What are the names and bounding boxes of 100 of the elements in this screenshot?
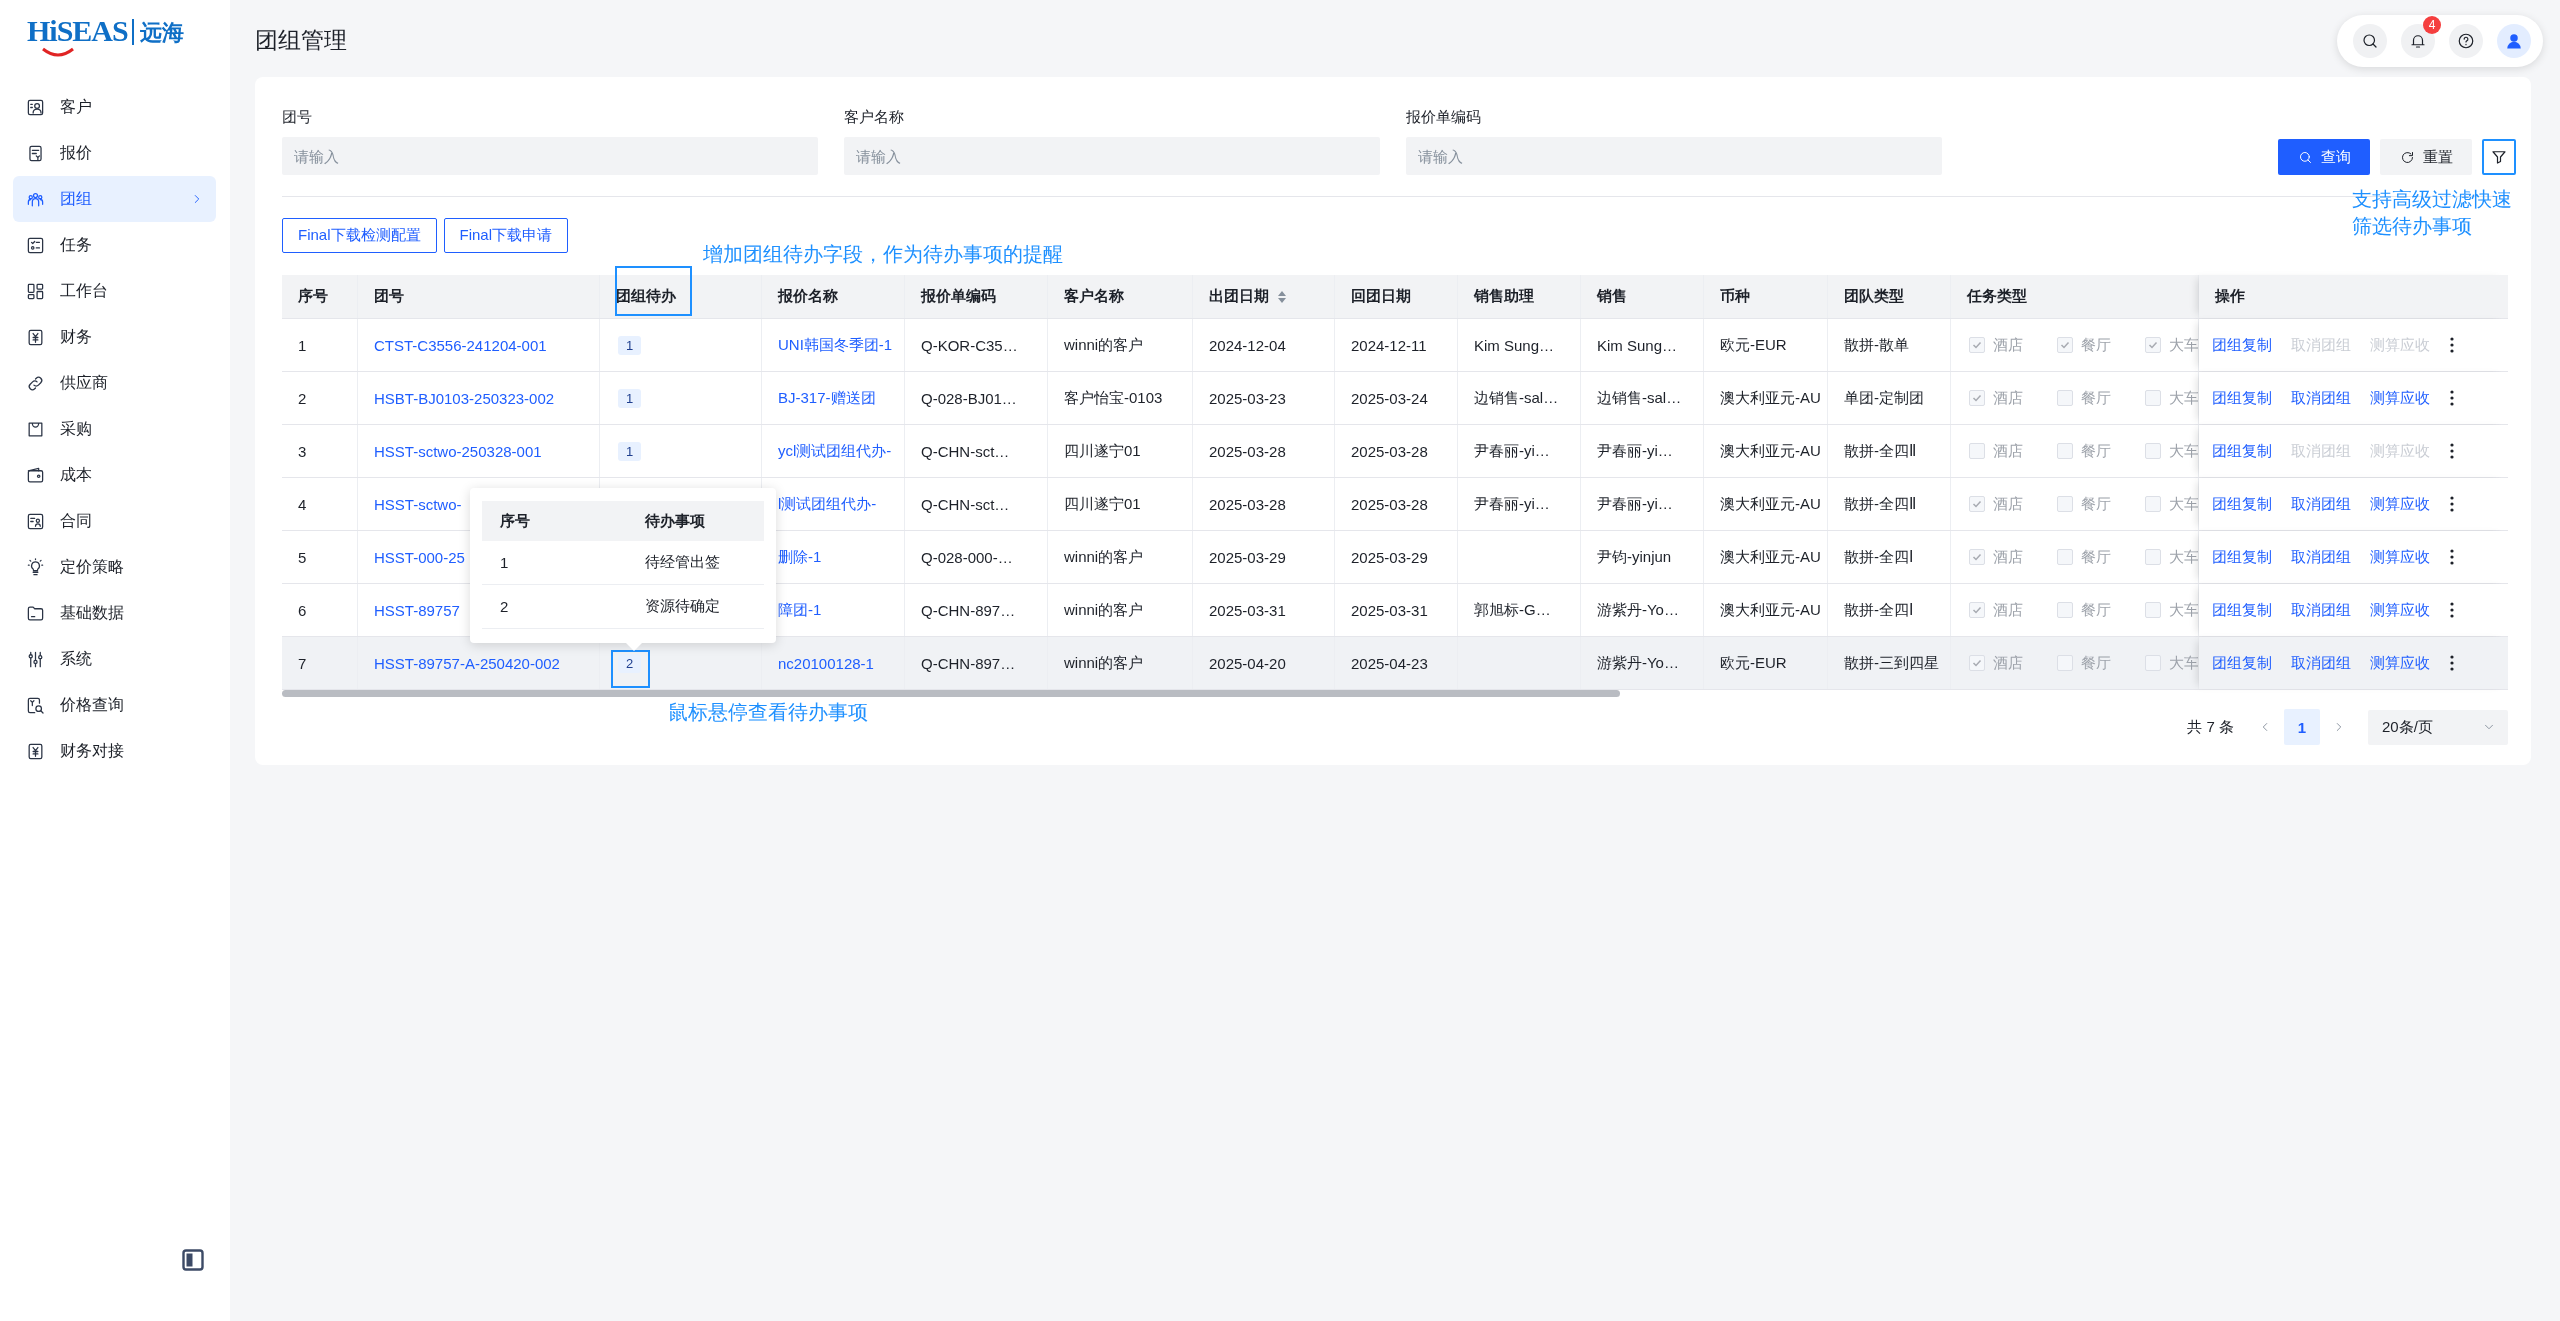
menu-item[interactable]: 基础数据 <box>13 590 216 636</box>
search-button[interactable] <box>2353 23 2387 58</box>
input-field[interactable]: 请输入 <box>844 137 1380 175</box>
todo-count[interactable]: 2 <box>618 653 642 673</box>
column-header: 客户名称 <box>1064 287 1124 306</box>
quote-name-link[interactable]: 障团-1 <box>778 600 822 620</box>
menu-item[interactable]: 采购 <box>13 406 216 452</box>
menu-item[interactable]: 价格查询 <box>13 682 216 728</box>
download-button[interactable]: Final下载检测配置 <box>282 218 437 253</box>
group-number-link[interactable]: CTST-C3556-241204-001 <box>374 336 547 354</box>
quote-name-link[interactable]: 删除-1 <box>778 547 822 567</box>
more-icon[interactable] <box>2449 442 2455 460</box>
action-link[interactable]: 团组复制 <box>2212 547 2272 567</box>
group-number-link[interactable]: HSST-89757-A-250420-002 <box>374 654 560 672</box>
menu-item[interactable]: 报价 <box>13 130 216 176</box>
menu-item[interactable]: 系统 <box>13 636 216 682</box>
group-number-link[interactable]: HSBT-BJ0103-250323-002 <box>374 389 555 407</box>
column-header[interactable]: 出团日期 <box>1209 287 1287 306</box>
filter-button[interactable] <box>2482 139 2516 175</box>
page-number[interactable]: 1 <box>2284 709 2320 745</box>
quote-name-link[interactable]: l测试团组代办- <box>778 494 877 514</box>
document-icon <box>26 143 45 163</box>
group-number-link[interactable]: HSST-sctwo- <box>374 495 462 513</box>
table-cell: Q-CHN-897… <box>921 601 1016 619</box>
action-link[interactable]: 团组复制 <box>2212 494 2272 514</box>
menu-item[interactable]: 财务对接 <box>13 728 216 774</box>
help-button[interactable] <box>2449 23 2483 58</box>
table-cell: 2025-04-20 <box>1209 654 1286 672</box>
todo-count[interactable]: 1 <box>618 388 642 408</box>
table-cell: 2025-03-31 <box>1209 601 1286 619</box>
quote-name-link[interactable]: ycl测试团组代办- <box>778 441 892 461</box>
action-link[interactable]: 团组复制 <box>2212 653 2272 673</box>
action-link[interactable]: 取消团组 <box>2291 494 2351 514</box>
more-icon[interactable] <box>2449 495 2455 513</box>
menu-item[interactable]: 财务 <box>13 314 216 360</box>
action-link[interactable]: 测算应收 <box>2370 653 2430 673</box>
field-label: 报价单编码 <box>1406 107 1482 127</box>
group-number-link[interactable]: HSST-000-25 <box>374 548 465 566</box>
action-link[interactable]: 团组复制 <box>2212 441 2272 461</box>
wallet-icon <box>26 465 45 485</box>
input-field[interactable]: 请输入 <box>1406 137 1942 175</box>
table-cell: 边销售-sal… <box>1474 388 1559 408</box>
checkmark-icon <box>1971 657 1983 669</box>
checkmark-icon <box>1971 392 1983 404</box>
action-link[interactable]: 取消团组 <box>2291 653 2351 673</box>
menu-item[interactable]: 定价策略 <box>13 544 216 590</box>
column-header: 销售 <box>1597 287 1627 306</box>
input-field[interactable]: 请输入 <box>282 137 818 175</box>
reset-button[interactable]: 重置 <box>2380 139 2472 175</box>
smile-icon <box>41 47 75 57</box>
more-icon[interactable] <box>2449 654 2455 672</box>
menu-item[interactable]: 客户 <box>13 84 216 130</box>
action-link[interactable]: 团组复制 <box>2212 335 2272 355</box>
more-icon[interactable] <box>2449 548 2455 566</box>
table-cell: Q-028-000-… <box>921 548 1013 566</box>
menu-item[interactable]: 供应商 <box>13 360 216 406</box>
table-cell: 散拼-全四Ⅰ <box>1844 600 1914 620</box>
action-link[interactable]: 测算应收 <box>2370 388 2430 408</box>
more-icon[interactable] <box>2449 601 2455 619</box>
table-cell: 3 <box>298 442 307 460</box>
action-link[interactable]: 团组复制 <box>2212 600 2272 620</box>
filter-icon <box>2490 148 2508 166</box>
action-link[interactable]: 测算应收 <box>2370 494 2430 514</box>
action-link[interactable]: 取消团组 <box>2291 547 2351 567</box>
menu-item[interactable]: 工作台 <box>13 268 216 314</box>
quote-name-link[interactable]: BJ-317-赠送团 <box>778 388 876 408</box>
scrollbar-thumb[interactable] <box>282 690 1620 697</box>
menu-item[interactable]: 任务 <box>13 222 216 268</box>
column-header: 团组待办 <box>616 287 676 306</box>
action-link[interactable]: 测算应收 <box>2370 547 2430 567</box>
todo-count[interactable]: 1 <box>618 441 642 461</box>
group-number-link[interactable]: HSST-89757 <box>374 601 460 619</box>
table-cell: Q-028-BJ01… <box>921 389 1017 407</box>
sort-icon[interactable] <box>1277 289 1287 304</box>
group-number-link[interactable]: HSST-sctwo-250328-001 <box>374 442 542 460</box>
download-button[interactable]: Final下载申请 <box>443 218 569 253</box>
action-link[interactable]: 取消团组 <box>2291 600 2351 620</box>
page-size-select[interactable]: 20条/页 <box>2368 709 2508 745</box>
table-cell-text: 2 <box>499 598 510 615</box>
user-avatar[interactable] <box>2497 23 2531 58</box>
menu-item[interactable]: 团组 <box>13 176 216 222</box>
table-cell: 2025-04-23 <box>1351 654 1428 672</box>
menu-item[interactable]: 成本 <box>13 452 216 498</box>
action-link[interactable]: 测算应收 <box>2370 600 2430 620</box>
table-cell: 客户怡宝-0103 <box>1064 388 1163 408</box>
todo-count[interactable]: 1 <box>618 335 642 355</box>
quote-name-link[interactable]: UNI韩国冬季团-1 <box>778 335 893 355</box>
more-icon[interactable] <box>2449 336 2455 354</box>
sidebar-toggle-icon[interactable] <box>182 1249 204 1271</box>
more-icon[interactable] <box>2449 389 2455 407</box>
total-count: 共 7 条 <box>2187 717 2234 737</box>
menu-item[interactable]: 合同 <box>13 498 216 544</box>
field-label: 客户名称 <box>844 107 905 127</box>
quote-name-link[interactable]: nc20100128-1 <box>778 654 874 672</box>
query-button[interactable]: 查询 <box>2278 139 2370 175</box>
sliders-icon <box>26 649 45 669</box>
highlight-frame <box>611 650 650 688</box>
column-header: 币种 <box>1720 287 1750 306</box>
action-link[interactable]: 取消团组 <box>2291 388 2351 408</box>
action-link[interactable]: 团组复制 <box>2212 388 2272 408</box>
